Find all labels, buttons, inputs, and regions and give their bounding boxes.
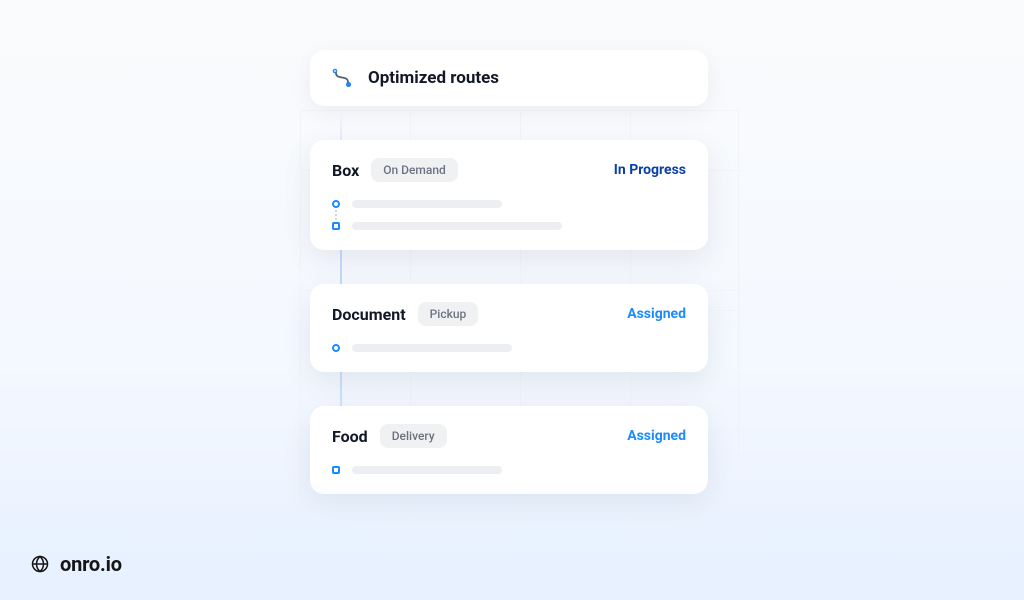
- route-card-head: Document Pickup Assigned: [332, 302, 686, 326]
- globe-icon: [30, 554, 50, 574]
- stop-item: [332, 466, 686, 474]
- stops-list: [332, 200, 686, 230]
- status-badge: Assigned: [627, 428, 686, 444]
- bottom-fade-mask: [0, 480, 1024, 600]
- stop-item: [332, 200, 686, 208]
- route-card-head: Food Delivery Assigned: [332, 424, 686, 448]
- route-card[interactable]: Document Pickup Assigned: [310, 284, 708, 372]
- stop-placeholder: [352, 222, 562, 230]
- brand: onro.io: [30, 552, 122, 576]
- stop-item: [332, 222, 686, 230]
- stop-square-icon: [332, 466, 340, 474]
- stage: Optimized routes Box On Demand In Progre…: [310, 50, 708, 494]
- route-card[interactable]: Box On Demand In Progress: [310, 140, 708, 250]
- stop-placeholder: [352, 466, 502, 474]
- stop-dot-icon: [332, 200, 340, 208]
- header-title: Optimized routes: [368, 68, 499, 88]
- stop-connector: [335, 210, 337, 220]
- stops-list: [332, 344, 686, 352]
- route-card-title: Box: [332, 161, 359, 180]
- optimized-routes-header: Optimized routes: [310, 50, 708, 106]
- route-card-title: Food: [332, 427, 368, 446]
- stop-dot-icon: [332, 344, 340, 352]
- status-badge: Assigned: [627, 306, 686, 322]
- route-card[interactable]: Food Delivery Assigned: [310, 406, 708, 494]
- route-cards-list: Box On Demand In Progress Document: [310, 140, 708, 494]
- stop-placeholder: [352, 200, 502, 208]
- stops-list: [332, 466, 686, 474]
- status-badge: In Progress: [614, 162, 686, 178]
- stop-placeholder: [352, 344, 512, 352]
- route-card-title: Document: [332, 305, 406, 324]
- route-card-head: Box On Demand In Progress: [332, 158, 686, 182]
- brand-text: onro.io: [60, 552, 122, 576]
- stop-square-icon: [332, 222, 340, 230]
- route-type-chip: Pickup: [418, 302, 479, 326]
- stop-item: [332, 344, 686, 352]
- route-icon: [330, 66, 354, 90]
- route-type-chip: On Demand: [371, 158, 458, 182]
- route-type-chip: Delivery: [380, 424, 447, 448]
